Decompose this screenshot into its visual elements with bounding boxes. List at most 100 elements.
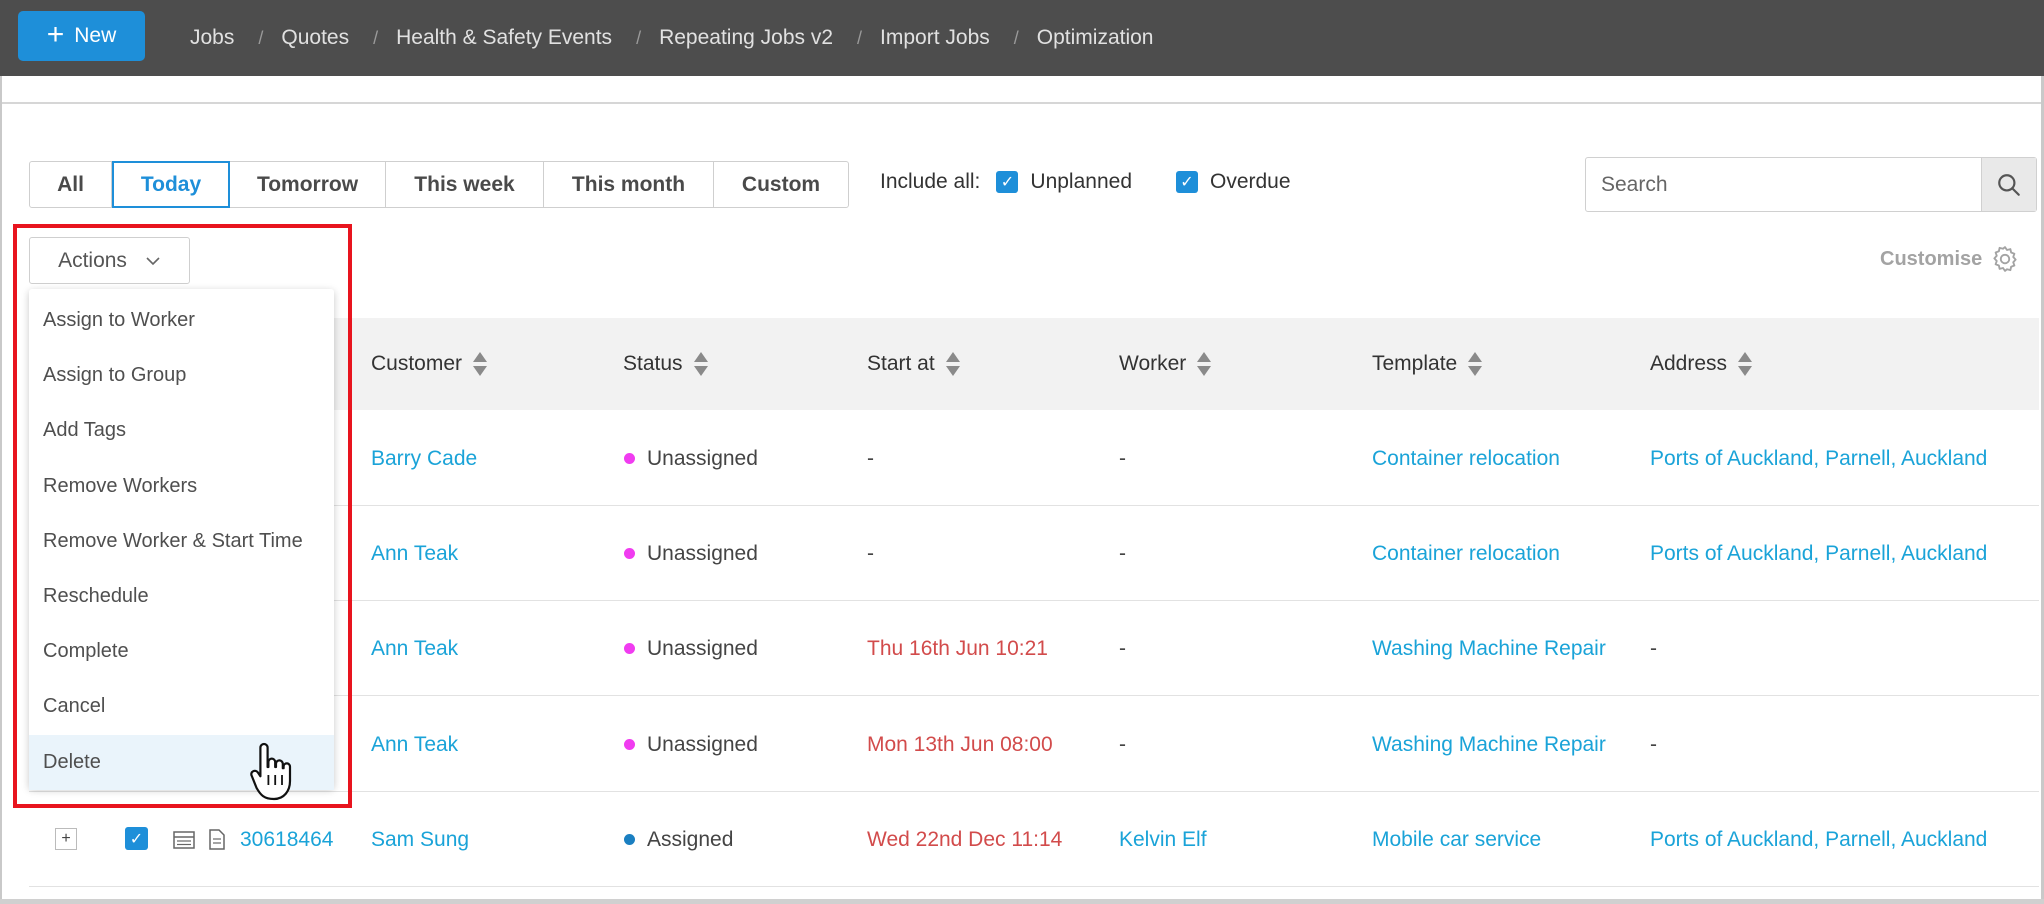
customer-link[interactable]: Ann Teak (371, 601, 458, 696)
menu-item-assign-to-group[interactable]: Assign to Group (29, 348, 334, 403)
nav-repeating-jobs[interactable]: Repeating Jobs v2 (659, 26, 833, 50)
job-id-link[interactable]: 30618464 (240, 792, 333, 887)
address-text: Ports of Auckland, Parnell, Auckland (1650, 447, 1988, 470)
nav-separator: / (373, 27, 379, 48)
expand-row-button[interactable]: + (55, 828, 77, 850)
period-this-week[interactable]: This week (386, 162, 544, 207)
column-header-customer[interactable]: Customer (371, 318, 488, 410)
column-header-template[interactable]: Template (1372, 318, 1483, 410)
menu-item-complete[interactable]: Complete (29, 624, 334, 679)
period-this-month[interactable]: This month (544, 162, 714, 207)
period-filter: All Today Tomorrow This week This month … (29, 161, 849, 208)
template-link[interactable]: Container relocation (1372, 411, 1560, 506)
status-cell: Assigned (624, 792, 733, 887)
start-at-cell: Thu 16th Jun 10:21 (867, 636, 1048, 660)
status-text: Assigned (647, 827, 734, 851)
address-link[interactable]: Ports of Auckland, Parnell, Auckland (1650, 792, 2010, 887)
unplanned-checkbox[interactable]: ✓ (996, 171, 1019, 193)
status-dot (624, 548, 635, 559)
frame-border-bottom (0, 899, 2044, 904)
period-today[interactable]: Today (112, 161, 230, 208)
search-button[interactable] (1981, 158, 2036, 211)
customise-button[interactable]: Customise (1880, 244, 2020, 274)
start-at-cell: - (867, 541, 874, 565)
search-input[interactable] (1586, 158, 1981, 211)
details-icon[interactable] (173, 831, 195, 849)
actions-menu: Assign to Worker Assign to Group Add Tag… (29, 289, 334, 790)
new-button[interactable]: + New (18, 11, 145, 61)
frame-border-left (0, 76, 2, 904)
period-tomorrow[interactable]: Tomorrow (230, 162, 386, 207)
column-header-start-at[interactable]: Start at (867, 318, 961, 410)
document-icon[interactable] (209, 829, 225, 850)
period-custom[interactable]: Custom (714, 162, 848, 207)
status-dot (624, 739, 635, 750)
nav-separator: / (1013, 27, 1019, 48)
column-label: Address (1650, 352, 1728, 375)
status-text: Unassigned (647, 541, 758, 565)
top-navigation-bar: + New Jobs / Quotes / Health & Safety Ev… (0, 0, 2044, 76)
menu-item-cancel[interactable]: Cancel (29, 679, 334, 734)
include-all-filters: Include all: ✓ Unplanned ✓ Overdue (880, 170, 1291, 194)
nav-quotes[interactable]: Quotes (281, 26, 349, 50)
frame-divider (0, 76, 2044, 104)
worker-cell: - (1119, 732, 1126, 756)
menu-item-remove-workers[interactable]: Remove Workers (29, 459, 334, 514)
customise-label: Customise (1880, 247, 1983, 270)
nav-optimization[interactable]: Optimization (1037, 26, 1154, 50)
customer-link[interactable]: Barry Cade (371, 411, 477, 506)
column-header-status[interactable]: Status (623, 318, 709, 410)
menu-item-assign-to-worker[interactable]: Assign to Worker (29, 293, 334, 348)
start-at-cell: Mon 13th Jun 08:00 (867, 732, 1053, 756)
status-cell: Unassigned (624, 697, 758, 792)
row-checkbox[interactable]: ✓ (125, 827, 148, 850)
chevron-down-icon (146, 256, 160, 265)
breadcrumb-nav: Jobs / Quotes / Health & Safety Events /… (190, 0, 1154, 76)
status-text: Unassigned (647, 636, 758, 660)
status-cell: Unassigned (624, 411, 758, 506)
gear-icon (1993, 246, 2017, 272)
customer-link[interactable]: Ann Teak (371, 506, 458, 601)
column-label: Customer (371, 352, 463, 375)
customer-link[interactable]: Sam Sung (371, 792, 469, 887)
menu-item-reschedule[interactable]: Reschedule (29, 569, 334, 624)
nav-import-jobs[interactable]: Import Jobs (880, 26, 990, 50)
customer-link[interactable]: Ann Teak (371, 697, 458, 792)
sort-icon (945, 352, 960, 376)
table-row[interactable]: + ✓ 30618464 Sam Sung Assigned Wed 22nd … (29, 792, 2039, 887)
menu-item-add-tags[interactable]: Add Tags (29, 403, 334, 458)
status-dot (624, 834, 635, 845)
nav-jobs[interactable]: Jobs (190, 26, 234, 50)
new-button-label: New (74, 24, 117, 47)
column-label: Status (623, 352, 683, 375)
column-label: Template (1372, 352, 1458, 375)
worker-cell: - (1119, 636, 1126, 660)
menu-item-remove-worker-start-time[interactable]: Remove Worker & Start Time (29, 514, 334, 569)
template-link[interactable]: Washing Machine Repair (1372, 601, 1606, 696)
check-icon: ✓ (1180, 174, 1194, 191)
start-at-cell: - (867, 446, 874, 470)
menu-item-delete[interactable]: Delete (29, 734, 334, 790)
overdue-checkbox[interactable]: ✓ (1176, 171, 1198, 193)
nav-health-safety-events[interactable]: Health & Safety Events (396, 26, 612, 50)
column-header-address[interactable]: Address (1650, 318, 1753, 410)
worker-link[interactable]: Kelvin Elf (1119, 792, 1207, 887)
column-header-worker[interactable]: Worker (1119, 318, 1212, 410)
period-all[interactable]: All (30, 162, 112, 207)
worker-cell: - (1119, 541, 1126, 565)
start-at-cell: Wed 22nd Dec 11:14 (867, 827, 1063, 851)
status-cell: Unassigned (624, 506, 758, 601)
template-link[interactable]: Washing Machine Repair (1372, 697, 1606, 792)
address-text: Ports of Auckland, Parnell, Auckland (1650, 542, 1988, 565)
plus-icon: + (46, 17, 65, 51)
actions-dropdown-button[interactable]: Actions (29, 237, 190, 284)
address-link[interactable]: Ports of Auckland, Parnell, Auckland (1650, 506, 2010, 601)
address-cell: - (1650, 732, 1657, 756)
nav-separator: / (857, 27, 863, 48)
template-link[interactable]: Container relocation (1372, 506, 1560, 601)
address-link[interactable]: Ports of Auckland, Parnell, Auckland (1650, 411, 2010, 506)
nav-separator: / (636, 27, 642, 48)
worker-cell: - (1119, 446, 1126, 470)
template-link[interactable]: Mobile car service (1372, 792, 1541, 887)
nav-separator: / (258, 27, 264, 48)
